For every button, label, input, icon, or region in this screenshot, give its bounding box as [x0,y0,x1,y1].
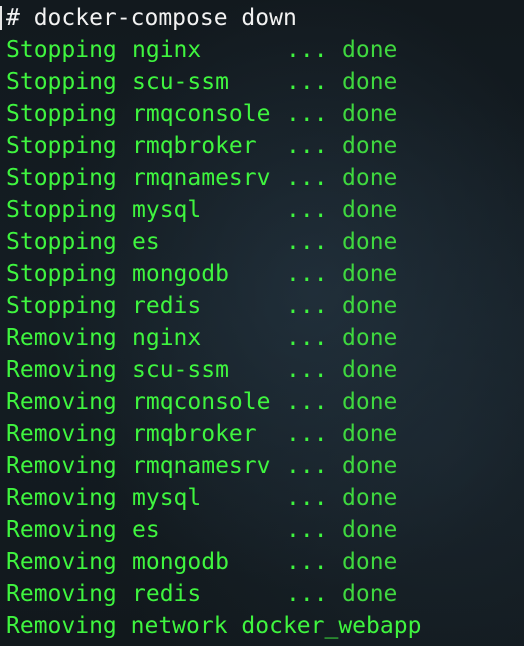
status-text: done [342,517,398,543]
status-text: done [342,69,398,95]
service-name: mysql [132,197,202,223]
status-text: done [342,325,398,351]
service-name: es [132,517,160,543]
action-text: Stopping [6,261,117,287]
cursor-marker [0,6,2,30]
progress-dots: ... [286,133,328,159]
progress-dots: ... [286,549,328,575]
output-line: Stopping rmqconsole... done [6,98,524,130]
action-text: Stopping [6,229,117,255]
progress-dots: ... [286,197,328,223]
progress-dots: ... [286,389,328,415]
progress-dots: ... [286,485,328,511]
output-line: Stopping mongodb... done [6,258,524,290]
status-text: done [342,293,398,319]
terminal-window[interactable]: # docker-compose down Stopping nginx... do… [0,0,524,646]
output-line: Removing redis... done [6,578,524,610]
action-text: Removing [6,485,117,511]
status-text: done [342,581,398,607]
action-text: Removing [6,421,117,447]
service-name: mongodb [132,261,229,287]
progress-dots: ... [286,517,328,543]
action-text: Removing [6,549,117,575]
output-line: Removing rmqbroker... done [6,418,524,450]
service-name: rmqbroker [132,421,257,447]
output-line: Removing mongodb... done [6,546,524,578]
status-text: done [342,389,398,415]
progress-dots: ... [286,229,328,255]
output-line: Removing rmqconsole... done [6,386,524,418]
service-name: scu-ssm [132,69,229,95]
status-text: done [342,485,398,511]
service-name: rmqnamesrv [132,165,271,191]
action-text: Stopping [6,197,117,223]
status-text: done [342,165,398,191]
progress-dots: ... [286,581,328,607]
service-name: rmqbroker [132,133,257,159]
service-name: mongodb [132,549,229,575]
progress-dots: ... [286,37,328,63]
status-text: done [342,421,398,447]
service-name: es [132,229,160,255]
status-text: done [342,133,398,159]
output-line: Removing scu-ssm... done [6,354,524,386]
status-text: done [342,101,398,127]
status-text: done [342,549,398,575]
action-text: Removing [6,325,117,351]
output-line: Stopping es... done [6,226,524,258]
output-line: Removing nginx... done [6,322,524,354]
progress-dots: ... [286,293,328,319]
action-text: Removing [6,581,117,607]
status-text: done [342,261,398,287]
output-line: Stopping mysql... done [6,194,524,226]
progress-dots: ... [286,357,328,383]
output-line: Removing mysql... done [6,482,524,514]
status-text: done [342,357,398,383]
final-output-line: Removing network docker_webapp [6,613,422,639]
status-text: done [342,229,398,255]
action-text: Removing [6,357,117,383]
output-line: Stopping scu-ssm... done [6,66,524,98]
progress-dots: ... [286,69,328,95]
progress-dots: ... [286,325,328,351]
service-name: rmqconsole [132,101,271,127]
output-line: Removing rmqnamesrv... done [6,450,524,482]
command-line: # docker-compose down [6,5,297,31]
action-text: Removing [6,453,117,479]
output-line: Removing es... done [6,514,524,546]
output-rows: Stopping nginx... done Stopping scu-ssm... do… [6,34,524,610]
action-text: Stopping [6,133,117,159]
action-text: Removing [6,389,117,415]
service-name: mysql [132,485,202,511]
output-line: Stopping nginx... done [6,34,524,66]
service-name: rmqconsole [132,389,271,415]
progress-dots: ... [286,453,328,479]
action-text: Stopping [6,293,117,319]
output-line: Stopping rmqbroker... done [6,130,524,162]
action-text: Stopping [6,165,117,191]
status-text: done [342,453,398,479]
output-line: Stopping rmqnamesrv... done [6,162,524,194]
action-text: Removing [6,517,117,543]
service-name: nginx [132,37,202,63]
action-text: Stopping [6,37,117,63]
status-text: done [342,37,398,63]
service-name: rmqnamesrv [132,453,271,479]
service-name: redis [132,293,202,319]
service-name: nginx [132,325,202,351]
progress-dots: ... [286,261,328,287]
action-text: Stopping [6,101,117,127]
status-text: done [342,197,398,223]
service-name: scu-ssm [132,357,229,383]
action-text: Stopping [6,69,117,95]
service-name: redis [132,581,202,607]
progress-dots: ... [286,165,328,191]
progress-dots: ... [286,421,328,447]
progress-dots: ... [286,101,328,127]
output-line: Stopping redis... done [6,290,524,322]
